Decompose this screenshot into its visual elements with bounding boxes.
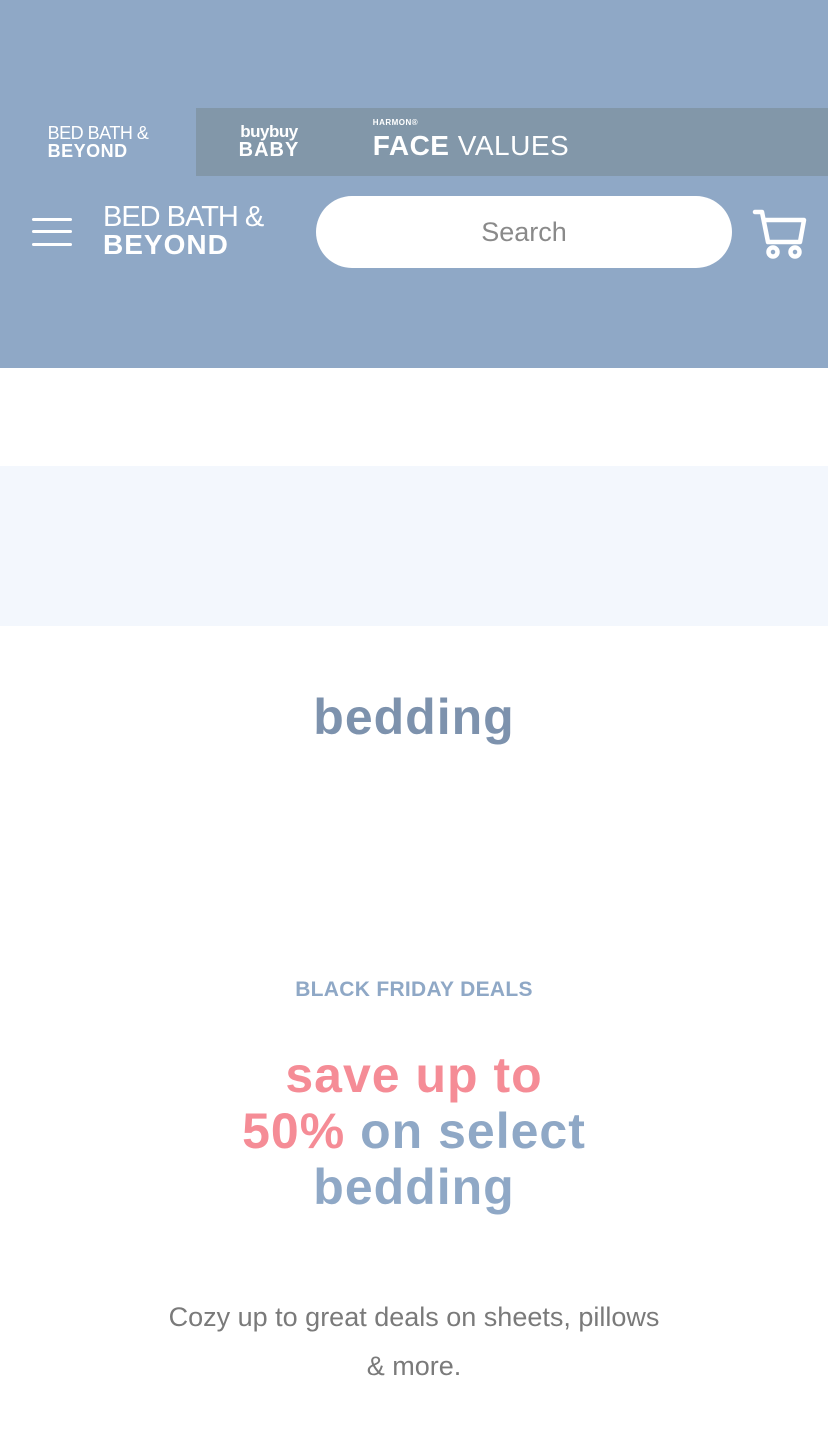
brand-tab-harmon-face-values[interactable]: HARMON® FACE VALUES: [364, 108, 578, 176]
buybuy-baby-logo: buybuy BABY: [238, 122, 300, 161]
promo-description: Cozy up to great deals on sheets, pillow…: [168, 1302, 660, 1381]
site-header: BED BATH & BEYOND buybuy BABY HARMON® FA…: [0, 0, 828, 368]
shopping-cart-icon[interactable]: [752, 206, 808, 262]
brand-tab-buybuy-baby[interactable]: buybuy BABY: [196, 108, 342, 176]
promo-headline: save up to 50% on select bedding: [0, 1047, 828, 1215]
promo-headline-on-select: on select: [360, 1103, 586, 1159]
harmon-face-values-logo: HARMON® FACE VALUES: [372, 118, 570, 161]
brand-switcher: BED BATH & BEYOND buybuy BABY HARMON® FA…: [0, 108, 828, 176]
promo-headline-percent: 50%: [242, 1103, 346, 1159]
promo-headline-category: bedding: [313, 1159, 515, 1215]
page-title: bedding: [313, 689, 515, 745]
brand-tab-bed-bath-beyond[interactable]: BED BATH & BEYOND: [0, 108, 196, 176]
bed-bath-beyond-logo: BED BATH & BEYOND: [47, 123, 149, 161]
promo-headline-save: save up to: [285, 1047, 543, 1103]
hamburger-menu-icon[interactable]: [30, 214, 74, 250]
promo-banner-placeholder: [0, 466, 828, 626]
promo-eyebrow: BLACK FRIDAY DEALS: [295, 978, 533, 1001]
search-input[interactable]: [316, 196, 732, 268]
site-logo[interactable]: BED BATH & BEYOND: [103, 203, 264, 258]
